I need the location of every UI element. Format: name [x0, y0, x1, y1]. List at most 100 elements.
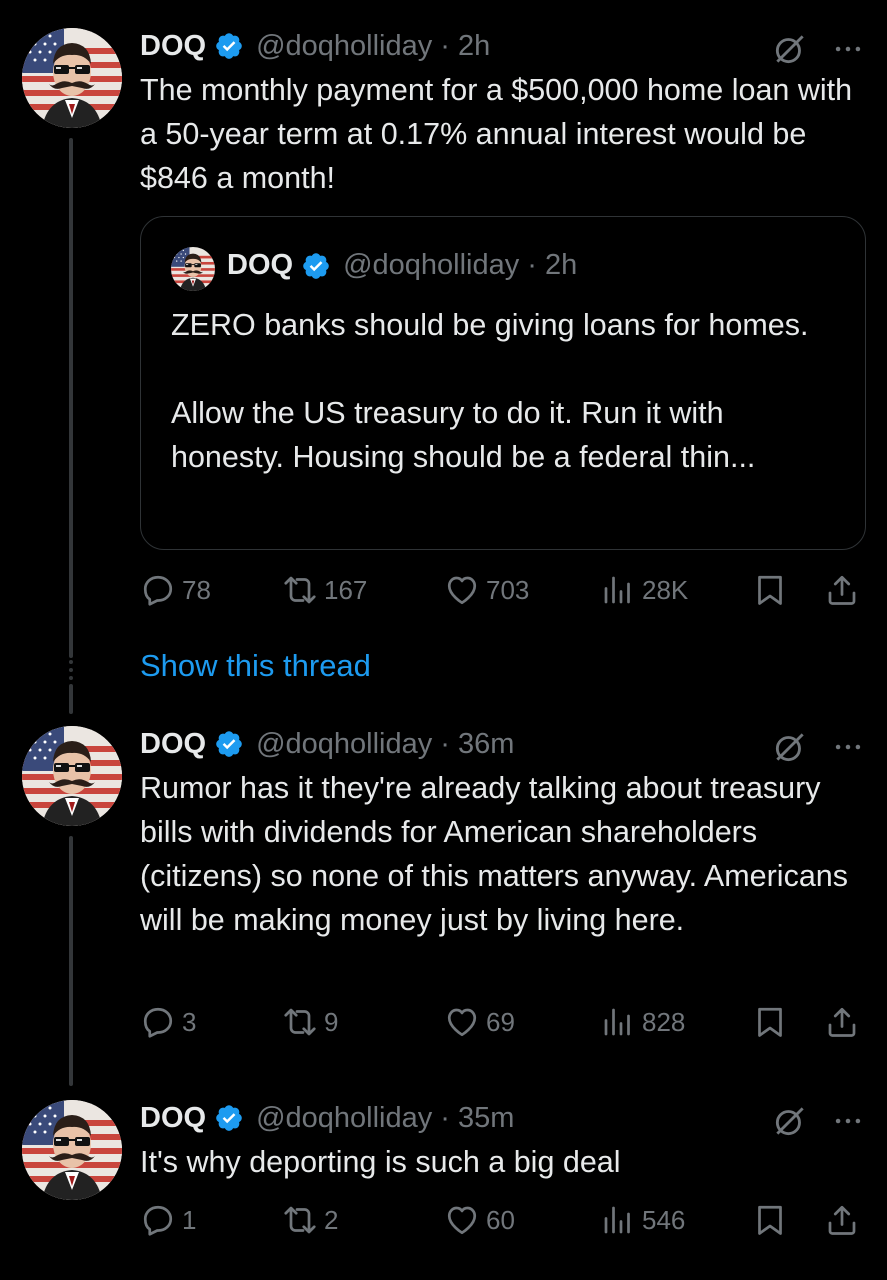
share-icon	[824, 1202, 860, 1238]
tweet-header: DOQ @doqholliday · 36m	[140, 724, 514, 764]
like-button[interactable]: 60	[444, 1198, 515, 1242]
tweet-header: DOQ @doqholliday · 35m	[140, 1098, 514, 1138]
repost-icon	[282, 1004, 318, 1040]
thread-line	[69, 138, 73, 658]
tweet-text: The monthly payment for a $500,000 home …	[140, 73, 861, 195]
repost-icon	[282, 572, 318, 608]
repost-button[interactable]: 167	[282, 568, 367, 612]
heart-icon	[444, 1202, 480, 1238]
like-button[interactable]: 703	[444, 568, 529, 612]
heart-icon	[444, 572, 480, 608]
reply-button[interactable]: 3	[140, 1000, 196, 1044]
display-name[interactable]: DOQ	[140, 30, 206, 63]
reply-button[interactable]: 1	[140, 1198, 196, 1242]
avatar[interactable]	[22, 28, 122, 128]
reply-button[interactable]: 78	[140, 568, 211, 612]
quote-handle: @doqholliday	[343, 249, 520, 281]
reply-count: 3	[182, 1006, 197, 1037]
display-name[interactable]: DOQ	[140, 1102, 206, 1135]
avatar[interactable]	[22, 1100, 122, 1200]
views-count: 828	[642, 1006, 686, 1037]
more-icon[interactable]	[831, 32, 865, 66]
like-button[interactable]: 69	[444, 1000, 515, 1044]
tweet-1[interactable]: DOQ @doqholliday · 2h The monthly paymen…	[0, 26, 887, 686]
quote-timestamp: 2h	[545, 249, 578, 281]
verified-badge-icon	[214, 729, 244, 759]
views-button[interactable]: 546	[600, 1198, 685, 1242]
separator-dot: ·	[432, 29, 459, 62]
bookmark-icon	[752, 1202, 788, 1238]
tweet-header-actions	[771, 30, 865, 68]
views-icon	[600, 1004, 636, 1040]
bookmark-button[interactable]	[752, 568, 788, 612]
reply-icon	[140, 1004, 176, 1040]
quote-display-name: DOQ	[227, 249, 294, 281]
more-icon[interactable]	[831, 1104, 865, 1138]
tweet-header-actions	[771, 1102, 865, 1140]
handle[interactable]: @doqholliday	[256, 728, 432, 761]
tweet-actions: 1 2 60 546	[140, 1198, 865, 1242]
tweet-actions: 78 167 703 28K	[140, 568, 865, 612]
like-count: 60	[486, 1204, 515, 1235]
reply-icon	[140, 572, 176, 608]
tweet-2[interactable]: DOQ @doqholliday · 36m Rumor has it they…	[0, 724, 887, 1086]
repost-button[interactable]: 9	[282, 1000, 338, 1044]
show-thread-link[interactable]: Show this thread	[140, 648, 371, 684]
tweet-text: It's why deporting is such a big deal	[140, 1145, 621, 1179]
share-button[interactable]	[824, 568, 860, 612]
bookmark-icon	[752, 572, 788, 608]
repost-count: 2	[324, 1204, 339, 1235]
tweet-header-actions	[771, 728, 865, 766]
views-button[interactable]: 828	[600, 1000, 685, 1044]
share-button[interactable]	[824, 1000, 860, 1044]
heart-icon	[444, 1004, 480, 1040]
views-count: 28K	[642, 574, 689, 605]
tweet-actions: 3 9 69 828	[140, 1000, 865, 1044]
tweet-3[interactable]: DOQ @doqholliday · 35m It's why deportin…	[0, 1098, 887, 1258]
separator-dot: ·	[519, 249, 546, 281]
quote-text: ZERO banks should be giving loans for ho…	[171, 308, 809, 474]
thread-line	[69, 684, 73, 714]
views-icon	[600, 1202, 636, 1238]
handle[interactable]: @doqholliday	[256, 30, 432, 63]
tweet-header: DOQ @doqholliday · 2h	[140, 26, 490, 66]
views-button[interactable]: 28K	[600, 568, 688, 612]
quote-avatar	[171, 247, 215, 291]
views-icon	[600, 572, 636, 608]
thread-line	[69, 836, 73, 1086]
tweet-text: Rumor has it they're already talking abo…	[140, 771, 857, 937]
repost-count: 167	[324, 574, 368, 605]
reply-count: 78	[182, 574, 211, 605]
like-count: 69	[486, 1006, 515, 1037]
quoted-tweet[interactable]: DOQ @doqholliday · 2h ZERO banks should …	[140, 216, 866, 550]
grok-icon[interactable]	[771, 1102, 809, 1140]
share-icon	[824, 1004, 860, 1040]
share-button[interactable]	[824, 1198, 860, 1242]
timestamp[interactable]: 2h	[458, 30, 490, 63]
bookmark-button[interactable]	[752, 1000, 788, 1044]
views-count: 546	[642, 1204, 686, 1235]
display-name[interactable]: DOQ	[140, 728, 206, 761]
grok-icon[interactable]	[771, 30, 809, 68]
repost-icon	[282, 1202, 318, 1238]
verified-badge-icon	[301, 251, 331, 281]
quote-header: DOQ @doqholliday · 2h	[227, 249, 577, 282]
grok-icon[interactable]	[771, 728, 809, 766]
share-icon	[824, 572, 860, 608]
separator-dot: ·	[432, 727, 459, 760]
more-icon[interactable]	[831, 730, 865, 764]
verified-badge-icon	[214, 1103, 244, 1133]
repost-count: 9	[324, 1006, 339, 1037]
handle[interactable]: @doqholliday	[256, 1102, 432, 1135]
timestamp[interactable]: 36m	[458, 728, 514, 761]
separator-dot: ·	[432, 1101, 459, 1134]
bookmark-button[interactable]	[752, 1198, 788, 1242]
repost-button[interactable]: 2	[282, 1198, 338, 1242]
reply-icon	[140, 1202, 176, 1238]
reply-count: 1	[182, 1204, 197, 1235]
timestamp[interactable]: 35m	[458, 1102, 514, 1135]
thread-dots	[69, 660, 73, 684]
bookmark-icon	[752, 1004, 788, 1040]
avatar[interactable]	[22, 726, 122, 826]
like-count: 703	[486, 574, 530, 605]
